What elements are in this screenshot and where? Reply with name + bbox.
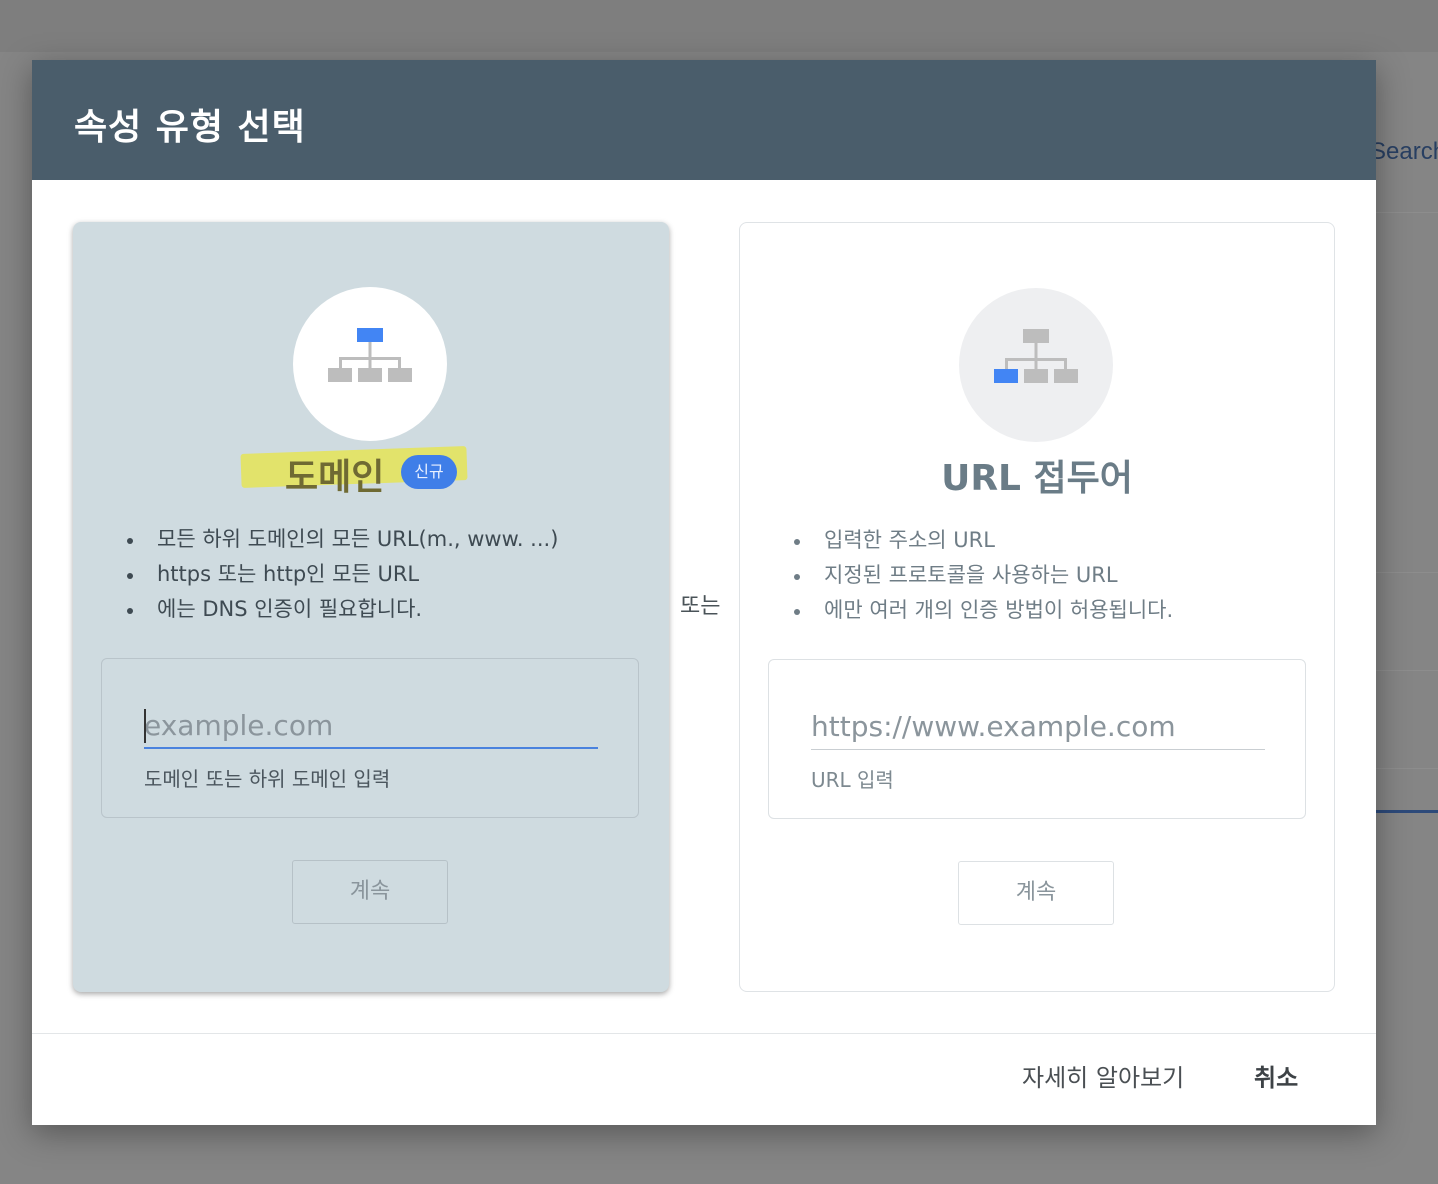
url-prefix-card-title: URL 접두어 (941, 458, 1133, 499)
background-search-text: Search (1370, 138, 1438, 165)
footer-divider (32, 1033, 1376, 1034)
or-separator: 또는 (680, 594, 721, 619)
background-divider (1376, 572, 1438, 573)
url-prefix-icon-circle (959, 288, 1113, 442)
list-item: https 또는 http인 모든 URL (123, 557, 558, 592)
domain-icon-circle (293, 287, 447, 441)
url-prefix-property-card[interactable]: URL 접두어 입력한 주소의 URL 지정된 프로토콜을 사용하는 URL 에… (739, 222, 1335, 992)
url-input-hint: URL 입력 (811, 768, 894, 792)
list-item: 지정된 프로토콜을 사용하는 URL (790, 558, 1173, 593)
sitemap-icon (328, 328, 412, 382)
url-prefix-bullet-list: 입력한 주소의 URL 지정된 프로토콜을 사용하는 URL 에만 여러 개의 … (790, 523, 1173, 628)
cancel-button[interactable]: 취소 (1254, 1058, 1298, 1093)
domain-input-hint: 도메인 또는 하위 도메인 입력 (144, 767, 391, 791)
sitemap-icon (994, 329, 1078, 383)
url-input[interactable] (811, 704, 1265, 750)
domain-bullet-list: 모든 하위 도메인의 모든 URL(m., www. ...) https 또는… (123, 522, 558, 627)
list-item: 모든 하위 도메인의 모든 URL(m., www. ...) (123, 522, 558, 557)
dialog-header: 속성 유형 선택 (32, 60, 1376, 180)
domain-continue-button[interactable]: 계속 (292, 860, 448, 924)
property-type-dialog: 속성 유형 선택 도메인 신규 모든 하위 도메인의 모든 URL(m., ww… (32, 60, 1376, 1125)
domain-input[interactable] (144, 703, 598, 749)
domain-card-title: 도메인 (285, 457, 385, 498)
domain-input-box: 도메인 또는 하위 도메인 입력 (101, 658, 639, 818)
list-item: 에만 여러 개의 인증 방법이 허용됩니다. (790, 593, 1173, 628)
background-divider (1376, 670, 1438, 671)
background-divider (1376, 768, 1438, 769)
background-divider (1376, 212, 1438, 213)
learn-more-button[interactable]: 자세히 알아보기 (1022, 1058, 1184, 1093)
text-caret (144, 709, 146, 743)
domain-property-card[interactable]: 도메인 신규 모든 하위 도메인의 모든 URL(m., www. ...) h… (73, 222, 669, 992)
url-continue-button[interactable]: 계속 (958, 861, 1114, 925)
new-badge: 신규 (401, 455, 457, 489)
dialog-title: 속성 유형 선택 (74, 107, 306, 148)
list-item: 에는 DNS 인증이 필요합니다. (123, 592, 558, 627)
background-underline (1376, 810, 1438, 813)
url-input-box: URL 입력 (768, 659, 1306, 819)
list-item: 입력한 주소의 URL (790, 523, 1173, 558)
